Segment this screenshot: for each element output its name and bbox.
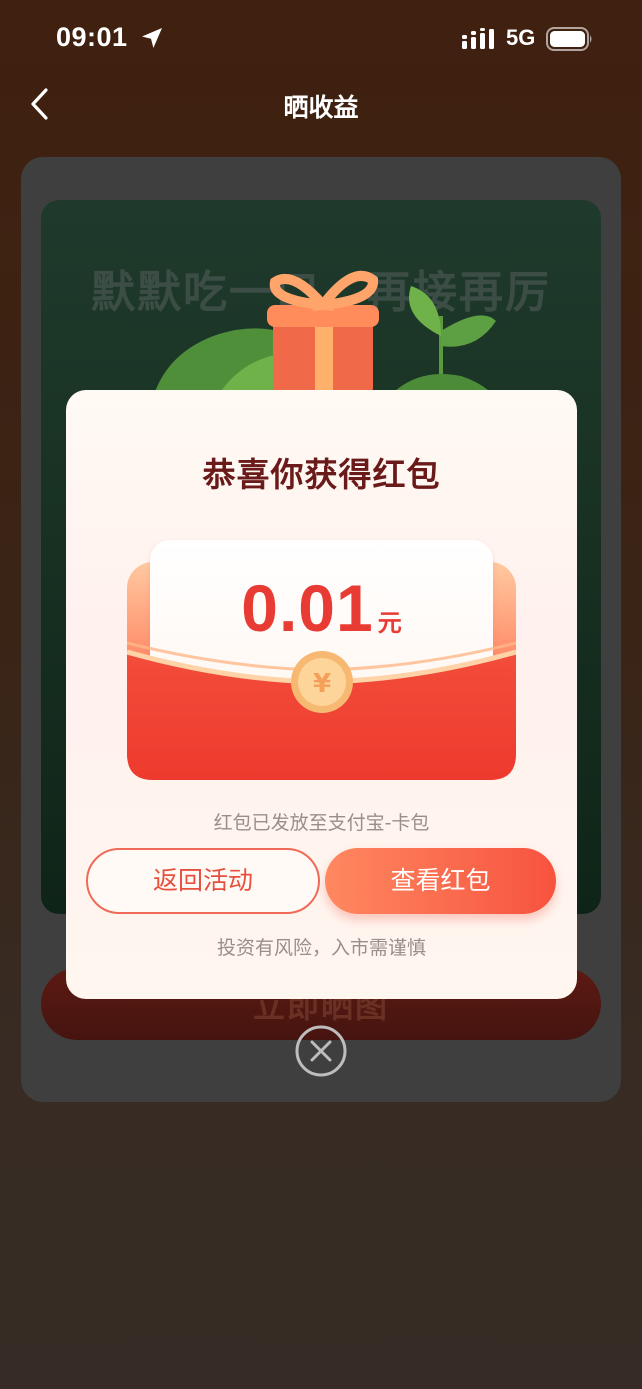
battery-icon <box>546 27 592 51</box>
red-packet-dialog: 恭喜你获得红包 0.01 元 ¥ 红包已发放至支付宝-卡包 返回活动 查看红包 … <box>66 390 577 999</box>
location-arrow-icon <box>142 28 162 48</box>
sent-to-alipay-note: 红包已发放至支付宝-卡包 <box>213 812 430 834</box>
red-envelope: 0.01 元 ¥ <box>127 540 516 780</box>
status-bar: 09:01 5G <box>0 0 642 76</box>
return-to-activity-button[interactable]: 返回活动 <box>86 848 320 914</box>
network-label: 5G <box>506 25 536 50</box>
svg-text:¥: ¥ <box>313 669 331 699</box>
view-red-packet-button[interactable]: 查看红包 <box>325 848 556 914</box>
yuan-seal-icon: ¥ <box>291 651 353 713</box>
page-title: 晒收益 <box>283 93 359 122</box>
status-time: 09:01 <box>56 22 128 52</box>
gift-box-icon <box>267 271 379 400</box>
leaf-icon <box>381 286 501 406</box>
close-icon[interactable] <box>294 1024 348 1078</box>
dialog-title: 恭喜你获得红包 <box>202 455 441 494</box>
signal-icon <box>462 28 494 49</box>
risk-disclaimer: 投资有风险，入市需谨慎 <box>216 937 426 959</box>
